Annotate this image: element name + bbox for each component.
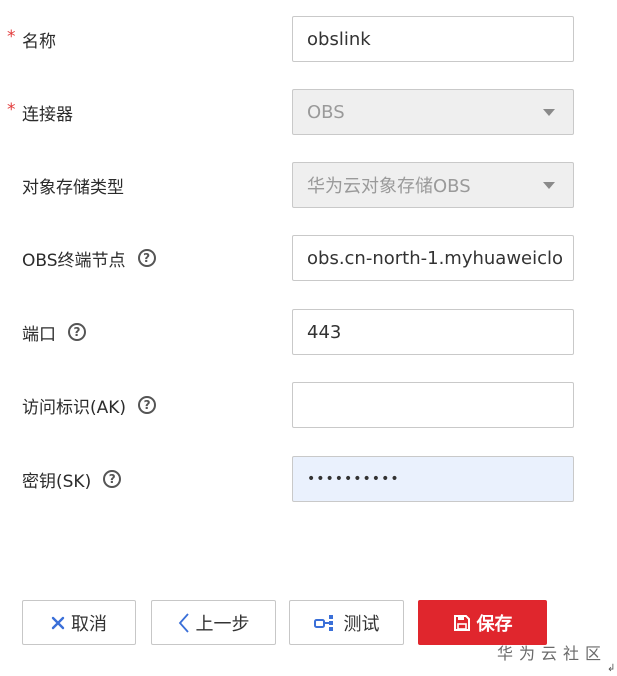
save-icon <box>453 614 471 632</box>
connector-value: OBS <box>307 101 345 123</box>
secret-key-row: 密钥(SK) ? •••••••••• <box>0 456 617 502</box>
endpoint-row: OBS终端节点 ? obs.cn-north-1.myhuaweiclo <box>0 235 617 281</box>
access-key-label: 访问标识(AK) <box>22 397 127 418</box>
port-row: 端口 ? 443 <box>0 309 617 355</box>
test-button[interactable]: 测试 <box>289 600 404 645</box>
secret-key-label: 密钥(SK) <box>22 471 92 492</box>
name-label: 名称 <box>22 31 56 52</box>
link-test-icon <box>313 614 338 632</box>
caret-down-icon <box>543 109 555 116</box>
cancel-button[interactable]: 取消 <box>22 600 136 645</box>
required-mark: * <box>7 100 16 120</box>
watermark-text: 华为云社区 <box>497 644 608 663</box>
close-icon <box>51 616 65 630</box>
port-label: 端口 <box>22 324 56 345</box>
prev-step-label: 上一步 <box>195 613 250 635</box>
endpoint-input[interactable]: obs.cn-north-1.myhuaweiclo <box>292 235 574 281</box>
required-mark: * <box>7 27 16 47</box>
secret-key-input[interactable]: •••••••••• <box>292 456 574 502</box>
save-label: 保存 <box>476 613 513 635</box>
name-row: * 名称 obslink <box>0 16 617 62</box>
storage-type-label: 对象存储类型 <box>22 177 124 198</box>
connector-label: 连接器 <box>22 104 73 125</box>
question-circle-icon[interactable]: ? <box>138 396 157 414</box>
question-circle-icon[interactable]: ? <box>68 323 86 341</box>
access-key-input[interactable] <box>292 382 574 428</box>
name-input[interactable]: obslink <box>292 16 574 62</box>
prev-step-button[interactable]: 上一步 <box>151 600 276 645</box>
endpoint-label: OBS终端节点 <box>22 250 126 271</box>
port-input[interactable]: 443 <box>292 309 574 355</box>
cancel-label: 取消 <box>71 613 107 635</box>
connector-row: * 连接器 OBS <box>0 89 617 135</box>
storage-type-value: 华为云对象存储OBS <box>307 176 471 197</box>
corner-mark: ↲ <box>607 663 616 674</box>
storage-type-row: 对象存储类型 华为云对象存储OBS <box>0 162 617 208</box>
chevron-left-icon <box>178 612 190 634</box>
question-circle-icon[interactable]: ? <box>137 249 156 267</box>
storage-type-select[interactable]: 华为云对象存储OBS <box>292 162 574 208</box>
connector-select[interactable]: OBS <box>292 89 574 135</box>
question-circle-icon[interactable]: ? <box>103 470 122 488</box>
access-key-row: 访问标识(AK) ? <box>0 382 617 428</box>
test-label: 测试 <box>343 613 380 635</box>
save-button[interactable]: 保存 <box>418 600 547 645</box>
caret-down-icon <box>543 182 555 189</box>
